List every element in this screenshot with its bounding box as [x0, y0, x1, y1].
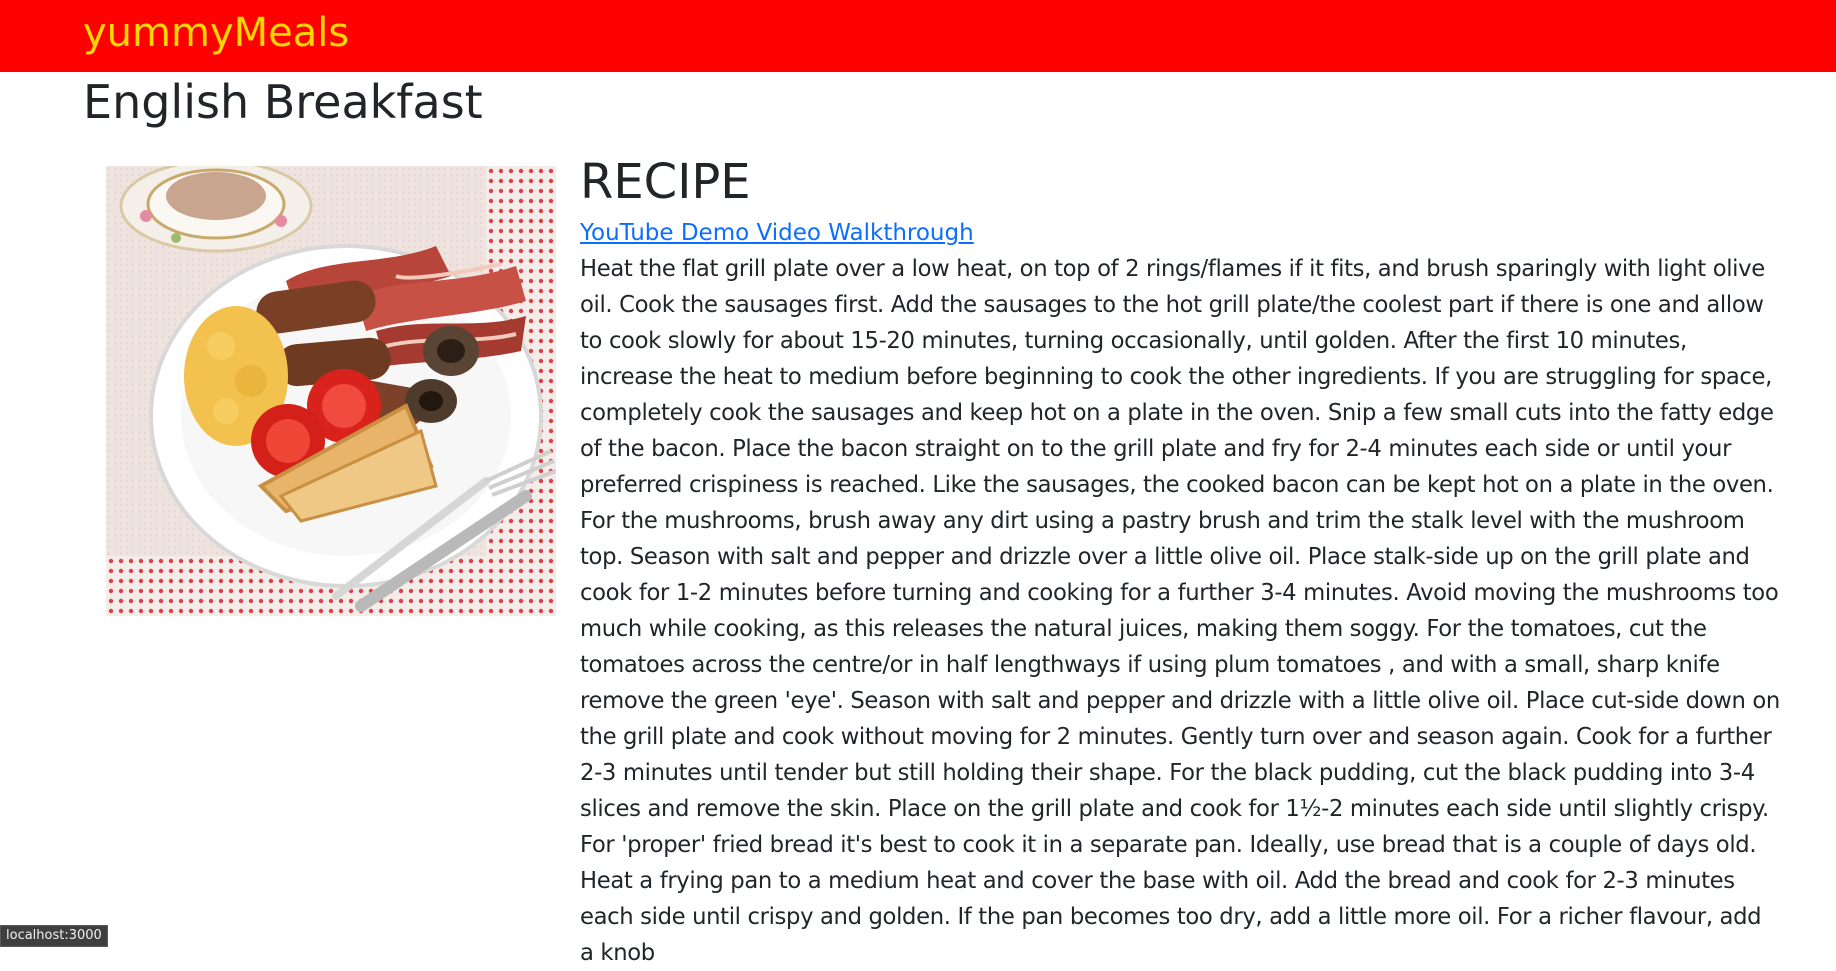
- youtube-video-link[interactable]: YouTube Demo Video Walkthrough: [580, 215, 974, 251]
- recipe-instructions: Heat the flat grill plate over a low hea…: [580, 251, 1780, 971]
- status-bar-url: localhost:3000: [0, 925, 108, 947]
- page-title: English Breakfast: [83, 74, 483, 130]
- meal-image: [106, 166, 556, 616]
- recipe-heading: RECIPE: [580, 152, 1780, 212]
- brand-link[interactable]: yummyMeals: [83, 8, 349, 58]
- navbar: yummyMeals: [0, 0, 1836, 72]
- recipe-section: RECIPE YouTube Demo Video Walkthrough He…: [580, 152, 1780, 971]
